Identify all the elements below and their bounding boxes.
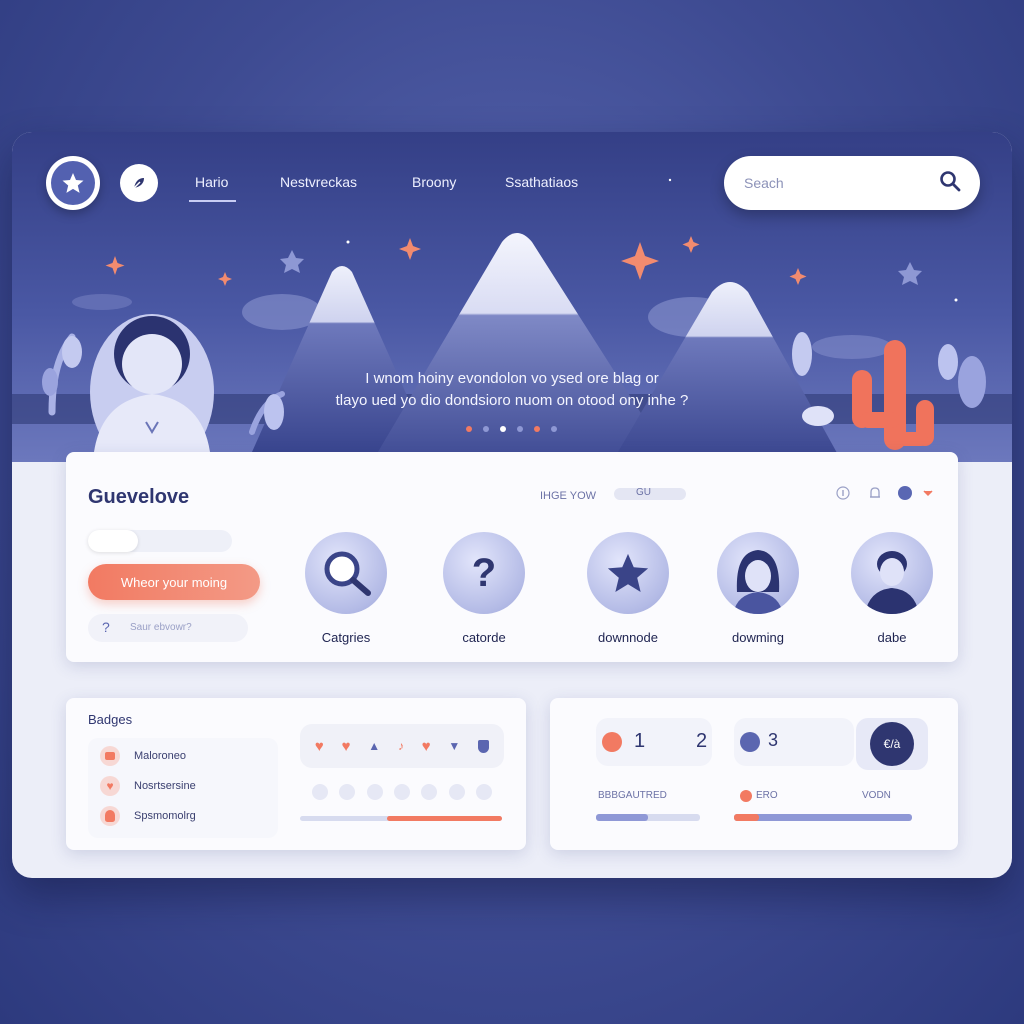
carousel-dot[interactable] [517,426,523,432]
stats-progress-left-fill [596,814,648,821]
step-2-number: 2 [696,730,708,752]
filter-value: GU [636,487,651,498]
badge-progress [300,816,502,821]
help-text: Saur ebvowr? [130,622,192,633]
badge-icon-strip: ♥ ♥ ▲ ♪ ♥ ▼ [300,724,504,768]
heart-icon[interactable]: ♥ [342,738,351,755]
avatar[interactable] [898,486,912,500]
woman-avatar-icon [717,532,799,614]
info-icon[interactable] [836,486,850,505]
magnifier-icon [305,532,387,614]
category-item[interactable]: ? catorde [424,532,544,645]
nav-link-broony[interactable]: Broony [412,174,456,190]
music-note-icon[interactable]: ♪ [398,739,404,753]
carousel-dot-active[interactable] [500,426,506,432]
badge-item[interactable]: Maloroneo [100,746,186,766]
stats-action-button[interactable]: €/à [870,722,914,766]
category-label: dabe [877,630,907,645]
slider-track[interactable] [88,530,232,552]
question-icon: ? [102,619,110,635]
badge-label: Nosrtsersine [134,780,196,792]
shield-icon[interactable] [478,739,490,753]
tag-icon[interactable] [366,784,383,800]
logo[interactable] [46,156,100,210]
hero-banner: Hario Nestvreckas Broony Ssathatiaos I w… [12,132,1012,462]
category-label: dowming [731,630,785,645]
pin-icon[interactable]: ▼ [448,739,460,753]
stats-progress-right-fill [734,814,759,821]
bird-icon[interactable] [393,784,410,800]
main-card: Guevelove IHGE YOW GU Wheor your moing ?… [66,452,958,662]
step-3-number: 3 [768,730,779,750]
badges-title: Badges [88,712,133,727]
carousel-dot[interactable] [483,426,489,432]
cloud-icon[interactable] [421,784,438,800]
stats-left-label: BBBGAUTRED [598,790,667,801]
stats-progress-right [734,814,912,821]
category-item[interactable]: downnode [568,532,688,645]
badge-progress-fill [386,816,502,821]
step-dot[interactable] [602,732,622,752]
tag-icon[interactable] [476,784,493,800]
cta-button[interactable]: Wheor your moing [88,564,260,600]
bulb-icon[interactable] [448,784,465,800]
category-item[interactable]: Catgries [286,532,406,645]
step-1-number: 1 [634,730,646,752]
badge-icon-strip-2 [300,774,504,810]
heart-icon: ♥ [100,776,120,796]
app-window: Hario Nestvreckas Broony Ssathatiaos I w… [12,132,1012,878]
nav-link-nestvreckas[interactable]: Nestvreckas [280,174,357,190]
category-label: Catgries [321,630,371,645]
man-avatar-icon [851,532,933,614]
carousel-dot[interactable] [551,426,557,432]
question-icon: ? [443,532,525,614]
stats-action-wrap: €/à [856,718,928,770]
step-dot[interactable] [740,732,760,752]
filter-pill[interactable]: GU [614,487,686,500]
help-field[interactable]: ? Saur ebvowr? [88,614,248,642]
badge-item[interactable]: ♥ Nosrtsersine [100,776,196,796]
stats-card: 1 2 3 €/à BBBGAUTRED ERO VODN [550,698,958,850]
stats-mid-label: ERO [756,790,778,801]
trophy-icon [100,746,120,766]
slider-thumb[interactable] [88,530,138,552]
hero-text-line-1: I wnom hoiny evondolon vo ysed ore blag … [365,370,659,387]
pin-icon[interactable]: ▲ [368,739,380,753]
chevron-down-icon[interactable] [922,486,934,504]
star-icon [587,532,669,614]
heart-icon[interactable]: ♥ [315,738,324,755]
carousel-dot[interactable] [466,426,472,432]
category-label: downnode [598,630,658,645]
stats-progress-left [596,814,700,821]
step-group-2: 3 [734,718,854,766]
badges-card: Badges Maloroneo ♥ Nosrtsersine Spsmomol… [66,698,526,850]
hero-text-line-2: tlayo ued yo dio dondsioro nuom on otood… [335,392,689,409]
filter-label: IHGE YOW [540,490,597,502]
star-icon [51,161,95,205]
stats-mid-dot [740,790,752,802]
leaf-icon[interactable] [120,164,158,202]
bell-icon[interactable] [868,486,882,505]
carousel-dots [466,426,557,432]
badge-label: Spsmomolrg [134,810,196,822]
main-card-title: Guevelove [88,486,190,508]
stats-right-label: VODN [862,790,891,801]
step-group-1: 1 2 [596,718,712,766]
nav-link-ssathatiaos[interactable]: Ssathatiaos [505,174,578,190]
category-label: catorde [462,630,506,645]
search-input[interactable] [744,175,938,191]
search-box [724,156,980,210]
badge-label: Maloroneo [134,750,186,762]
cloud-icon[interactable] [311,784,328,800]
nav-link-hario[interactable]: Hario [188,174,238,202]
carousel-dot[interactable] [534,426,540,432]
category-item[interactable]: dabe [832,532,952,645]
heart-icon[interactable]: ♥ [422,738,431,755]
flame-icon [100,806,120,826]
cloud-icon[interactable] [339,784,356,800]
badge-item[interactable]: Spsmomolrg [100,806,196,826]
search-icon[interactable] [938,169,962,198]
category-item[interactable]: dowming [698,532,818,645]
